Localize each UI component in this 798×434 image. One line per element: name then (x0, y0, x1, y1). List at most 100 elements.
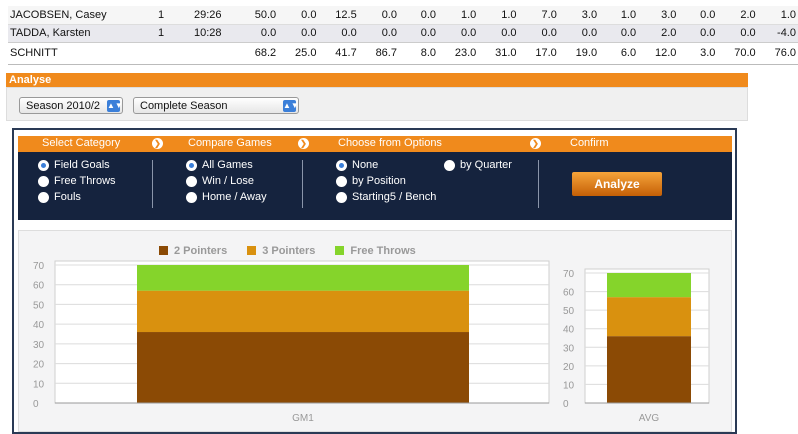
stat-cell: 1.0 (438, 6, 479, 25)
radio-option-category[interactable]: Field Goals (38, 158, 110, 172)
stat-cell: 3.0 (558, 6, 600, 25)
y-tick-label: 20 (33, 360, 45, 371)
stat-cell: 0.0 (358, 6, 399, 25)
stat-cell: 19.0 (558, 42, 600, 65)
y-tick-label: 40 (33, 320, 45, 331)
stat-cell: 1.0 (599, 6, 639, 25)
y-tick-label: 50 (33, 300, 45, 311)
radio-option-choose[interactable]: by Position (336, 174, 406, 188)
radio-label: Win / Lose (202, 175, 254, 187)
arrow-right-icon: ❯ (530, 138, 541, 149)
stat-cell: 1 (140, 24, 167, 43)
stat-cell: 25.0 (278, 42, 319, 65)
y-tick-label: 10 (33, 379, 45, 390)
divider (302, 160, 303, 208)
period-select[interactable]: Complete Season ▲▼ (133, 97, 299, 114)
radio-button-icon[interactable] (38, 176, 49, 187)
radio-label: by Quarter (460, 159, 512, 171)
stat-cell: 31.0 (478, 42, 519, 65)
bar-segment-2-pointers (137, 332, 469, 403)
season-select[interactable]: Season 2010/2 ▲▼ (19, 97, 123, 114)
chart-legend: 2 Pointers 3 Pointers Free Throws (159, 245, 436, 257)
player-name: SCHNITT (8, 42, 141, 65)
divider (152, 160, 153, 208)
y-tick-label: 20 (563, 362, 575, 373)
radio-option-compare[interactable]: Win / Lose (186, 174, 254, 188)
radio-label: Starting5 / Bench (352, 191, 437, 203)
stat-cell: 70.0 (717, 42, 758, 65)
radio-button-icon[interactable] (336, 160, 347, 171)
radio-button-icon[interactable] (186, 160, 197, 171)
y-tick-label: 0 (33, 399, 39, 410)
y-tick-label: 0 (563, 399, 569, 410)
stat-cell: 12.5 (318, 6, 359, 25)
radio-button-icon[interactable] (336, 176, 347, 187)
stat-cell: 86.7 (358, 42, 399, 65)
stat-cell: -4.0 (757, 24, 798, 43)
radio-button-icon[interactable] (336, 192, 347, 203)
stat-cell: 0.0 (558, 24, 600, 43)
radio-label: All Games (202, 159, 253, 171)
radio-button-icon[interactable] (186, 176, 197, 187)
radio-label: Field Goals (54, 159, 110, 171)
radio-label: None (352, 159, 379, 171)
stat-cell: 41.7 (318, 42, 359, 65)
radio-button-icon[interactable] (38, 192, 49, 203)
stat-cell: 0.0 (278, 6, 319, 25)
chart-area: 2 Pointers 3 Pointers Free Throws 0 10 20 30 4… (18, 230, 732, 432)
radio-option-category[interactable]: Fouls (38, 190, 81, 204)
player-name: TADDA, Karsten (8, 24, 141, 43)
stat-cell: 17.0 (518, 42, 559, 65)
stat-cell: 0.0 (358, 24, 399, 43)
stat-cell: 68.2 (223, 42, 279, 65)
y-tick-label: 30 (563, 343, 575, 354)
radio-button-icon[interactable] (444, 160, 455, 171)
y-tick-label: 30 (33, 340, 45, 351)
stat-cell: 29:26 (166, 6, 224, 25)
radio-option-compare[interactable]: All Games (186, 158, 253, 172)
stat-cell: 8.0 (398, 42, 439, 65)
stat-cell: 1 (140, 6, 167, 25)
legend-label: 2 Pointers (174, 245, 228, 257)
radio-option-category[interactable]: Free Throws (38, 174, 116, 188)
stat-cell: 0.0 (717, 24, 758, 43)
stat-cell: 2.0 (717, 6, 758, 25)
stat-cell: 7.0 (518, 6, 559, 25)
step-bar: Select Category ❯ Compare Games ❯ Choose… (18, 136, 732, 152)
legend-item: Free Throws (335, 245, 416, 257)
stat-cell: 0.0 (599, 24, 639, 43)
analysis-panel: Select Category ❯ Compare Games ❯ Choose… (12, 128, 737, 434)
stat-cell: 0.0 (518, 24, 559, 43)
y-tick-label: 70 (33, 261, 45, 272)
radio-option-choose[interactable]: Starting5 / Bench (336, 190, 436, 204)
stat-cell: 12.0 (638, 42, 679, 65)
radio-option-choose[interactable]: by Quarter (444, 158, 512, 172)
step-choose-options: Choose from Options (338, 137, 442, 149)
season-select-value: Season 2010/2 (26, 100, 101, 112)
stat-cell: 0.0 (678, 6, 718, 25)
analyze-button[interactable]: Analyze (572, 172, 662, 196)
radio-label: Fouls (54, 191, 81, 203)
radio-button-icon[interactable] (38, 160, 49, 171)
table-row: TADDA, Karsten 1 10:28 0.0 0.0 0.0 0.0 0.0 0.0 0.… (8, 24, 798, 43)
stats-table: JACOBSEN, Casey 1 29:26 50.0 0.0 12.5 0.0 0.0 1.… (8, 6, 798, 65)
stat-cell: 1.0 (478, 6, 519, 25)
bar-segment-2-pointers (607, 336, 691, 403)
stat-cell: 0.0 (398, 6, 439, 25)
stat-cell: 3.0 (678, 42, 718, 65)
stat-cell: 0.0 (678, 24, 718, 43)
radio-option-choose[interactable]: None (336, 158, 378, 172)
select-arrows-icon: ▲▼ (283, 100, 299, 112)
stat-cell: 3.0 (638, 6, 679, 25)
table-row: JACOBSEN, Casey 1 29:26 50.0 0.0 12.5 0.0 0.0 1.… (8, 6, 798, 25)
table-row: SCHNITT 68.2 25.0 41.7 86.7 8.0 23.0 31.0 17.0 19… (8, 42, 798, 65)
y-tick-label: 40 (563, 325, 575, 336)
stat-cell: 6.0 (599, 42, 639, 65)
stat-cell: 0.0 (478, 24, 519, 43)
radio-button-icon[interactable] (186, 192, 197, 203)
stat-cell: 23.0 (438, 42, 479, 65)
y-tick-label: 60 (563, 288, 575, 299)
x-category-label: AVG (639, 413, 660, 424)
y-tick-label: 60 (33, 281, 45, 292)
radio-option-compare[interactable]: Home / Away (186, 190, 267, 204)
